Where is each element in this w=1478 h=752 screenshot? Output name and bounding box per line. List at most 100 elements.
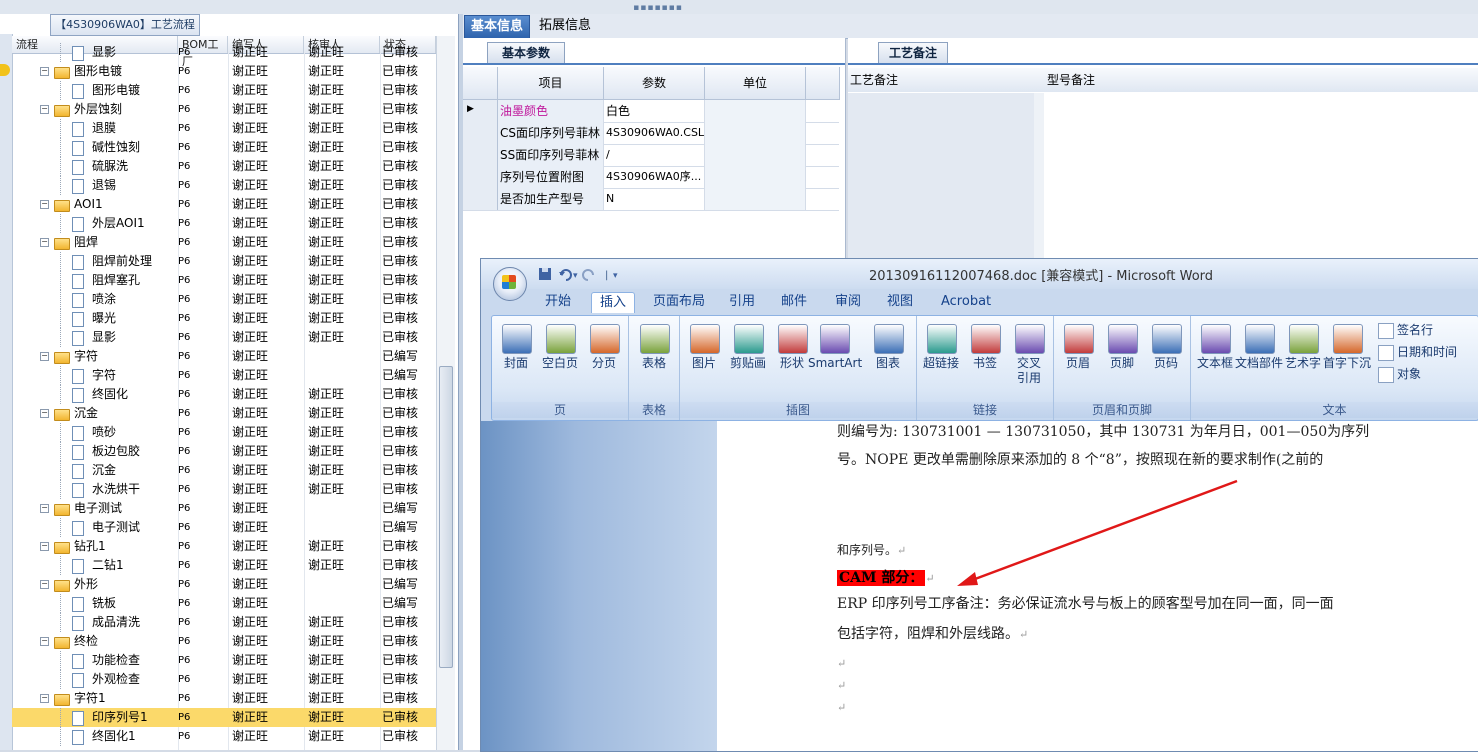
tab-basic-params[interactable]: 基本参数	[487, 42, 565, 63]
tree-folder-row[interactable]: − 电子测试 P6 谢正旺 已编写	[12, 499, 436, 518]
tree-folder-row[interactable]: − 钻孔1 P6 谢正旺 谢正旺 已审核	[12, 537, 436, 556]
collapse-toggle-icon[interactable]: −	[40, 694, 49, 703]
param-row[interactable]: CS面印序列号菲林4S30906WA0.CSLSH	[463, 122, 839, 145]
row-header[interactable]	[463, 166, 498, 188]
tree-item-row[interactable]: 电子测试 P6 谢正旺 已编写	[12, 518, 436, 537]
tree-item-row[interactable]: 水洗烘干 P6 谢正旺 谢正旺 已审核	[12, 480, 436, 499]
tree-item-row[interactable]: 图形电镀 P6 谢正旺 谢正旺 已审核	[12, 81, 436, 100]
tree-folder-row[interactable]: − 外形 P6 谢正旺 已编写	[12, 575, 436, 594]
param-row[interactable]: ▶ 油墨颜色 白色	[463, 100, 839, 123]
status-cell: 已审核	[382, 539, 419, 553]
reviewer-cell: 谢正旺	[308, 330, 345, 344]
tree-item-row[interactable]: 成品清洗 P6 谢正旺 谢正旺 已审核	[12, 613, 436, 632]
model-remark-field[interactable]	[1045, 93, 1478, 268]
param-unit[interactable]	[705, 188, 806, 210]
tree-item-row[interactable]: 铣板 P6 谢正旺 已编写	[12, 594, 436, 613]
bom-cell: P6	[178, 275, 191, 286]
tree-item-row[interactable]: 硫脲洗 P6 谢正旺 谢正旺 已审核	[12, 157, 436, 176]
collapse-toggle-icon[interactable]: −	[40, 542, 49, 551]
param-row[interactable]: 是否加生产型号 N	[463, 188, 839, 211]
tree-item-row[interactable]: 退锡 P6 谢正旺 谢正旺 已审核	[12, 176, 436, 195]
tree-item-row[interactable]: 二钻1 P6 谢正旺 谢正旺 已审核	[12, 556, 436, 575]
collapse-toggle-icon[interactable]: −	[40, 238, 49, 247]
status-cell: 已审核	[382, 615, 419, 629]
collapse-toggle-icon[interactable]: −	[40, 580, 49, 589]
row-header[interactable]	[463, 144, 498, 166]
document-icon	[72, 445, 84, 460]
col-param[interactable]: 参数	[604, 67, 705, 100]
param-value[interactable]: 4S30906WA0.CSLSH	[604, 122, 705, 144]
tree-item-label: 功能检查	[92, 653, 141, 667]
tree-item-row[interactable]: 板边包胶 P6 谢正旺 谢正旺 已审核	[12, 442, 436, 461]
collapse-toggle-icon[interactable]: −	[40, 352, 49, 361]
tree-connector	[60, 423, 61, 442]
tree-item-row[interactable]: 碱性蚀刻 P6 谢正旺 谢正旺 已审核	[12, 138, 436, 157]
tree-folder-row[interactable]: − 阻焊 P6 谢正旺 谢正旺 已审核	[12, 233, 436, 252]
tree-folder-row[interactable]: − 终检 P6 谢正旺 谢正旺 已审核	[12, 632, 436, 651]
tree-folder-row[interactable]: − 沉金 P6 谢正旺 谢正旺 已审核	[12, 404, 436, 423]
status-cell: 已审核	[382, 710, 419, 724]
tree-item-row[interactable]: 喷砂 P6 谢正旺 谢正旺 已审核	[12, 423, 436, 442]
param-unit[interactable]	[705, 122, 806, 144]
tree-folder-row[interactable]: − 字符 P6 谢正旺 已编写	[12, 347, 436, 366]
tree-connector	[60, 442, 61, 461]
reviewer-cell: 谢正旺	[308, 406, 345, 420]
tab-process-remarks[interactable]: 工艺备注	[878, 42, 948, 63]
document-icon	[72, 331, 84, 346]
tree-item-row[interactable]: 沉金 P6 谢正旺 谢正旺 已审核	[12, 461, 436, 480]
tree-item-row[interactable]: 终固化 P6 谢正旺 谢正旺 已审核	[12, 385, 436, 404]
collapse-toggle-icon[interactable]: −	[40, 105, 49, 114]
tree-item-label: 阻焊前处理	[92, 254, 153, 268]
tree-item-row[interactable]: 显影 P6 谢正旺 谢正旺 已审核	[12, 43, 436, 62]
tree-item-row[interactable]: 退膜 P6 谢正旺 谢正旺 已审核	[12, 119, 436, 138]
row-header[interactable]	[463, 188, 498, 210]
process-remark-field[interactable]	[848, 93, 1035, 268]
tree-item-row[interactable]: 曝光 P6 谢正旺 谢正旺 已审核	[12, 309, 436, 328]
tree-folder-row[interactable]: − 外层蚀刻 P6 谢正旺 谢正旺 已审核	[12, 100, 436, 119]
lightbulb-icon[interactable]	[0, 64, 10, 76]
param-value[interactable]: N	[604, 188, 705, 210]
collapse-toggle-icon[interactable]: −	[40, 67, 49, 76]
editor-cell: 谢正旺	[232, 387, 269, 401]
collapse-toggle-icon[interactable]: −	[40, 504, 49, 513]
bom-cell: P6	[178, 66, 191, 77]
tree-scrollbar[interactable]	[436, 36, 455, 750]
collapse-toggle-icon[interactable]: −	[40, 409, 49, 418]
param-unit[interactable]	[705, 100, 806, 122]
scrollbar-thumb[interactable]	[439, 366, 453, 668]
row-header[interactable]	[463, 122, 498, 144]
param-unit[interactable]	[705, 144, 806, 166]
tree-item-row[interactable]: 终固化1 P6 谢正旺 谢正旺 已审核	[12, 727, 436, 746]
tree-item-row[interactable]: 显影 P6 谢正旺 谢正旺 已审核	[12, 328, 436, 347]
tree-folder-row[interactable]: − AOI1 P6 谢正旺 谢正旺 已审核	[12, 195, 436, 214]
col-unit[interactable]: 单位	[705, 67, 806, 100]
tab-extended-info[interactable]: 拓展信息	[533, 15, 597, 37]
row-header[interactable]: ▶	[463, 100, 498, 122]
remark-scrollbar[interactable]	[1034, 93, 1044, 268]
tree-item-row[interactable]: 印序列号1 P6 谢正旺 谢正旺 已审核	[12, 708, 436, 727]
tree-item-label: 电子测试	[92, 520, 141, 534]
tree-item-row[interactable]: 阻焊塞孔 P6 谢正旺 谢正旺 已审核	[12, 271, 436, 290]
param-row[interactable]: SS面印序列号菲林 /	[463, 144, 839, 167]
col-item[interactable]: 项目	[498, 67, 604, 100]
collapse-toggle-icon[interactable]: −	[40, 200, 49, 209]
param-value[interactable]: /	[604, 144, 705, 166]
tree-item-label: 外层蚀刻	[74, 102, 123, 116]
tree-folder-row[interactable]: − 图形电镀 P6 谢正旺 谢正旺 已审核	[12, 62, 436, 81]
splitter-grip-icon[interactable]: ▪▪▪▪▪▪▪	[628, 3, 688, 13]
tree-item-row[interactable]: 外层AOI1 P6 谢正旺 谢正旺 已审核	[12, 214, 436, 233]
tree-item-row[interactable]: 阻焊前处理 P6 谢正旺 谢正旺 已审核	[12, 252, 436, 271]
param-value[interactable]: 4S30906WA0序...	[604, 166, 705, 188]
reviewer-cell: 谢正旺	[308, 425, 345, 439]
param-unit[interactable]	[705, 166, 806, 188]
tree-item-row[interactable]: 字符 P6 谢正旺 已编写	[12, 366, 436, 385]
tree-item-row[interactable]: 喷涂 P6 谢正旺 谢正旺 已审核	[12, 290, 436, 309]
param-row[interactable]: 序列号位置附图 4S30906WA0序...	[463, 166, 839, 189]
param-value[interactable]: 白色	[604, 100, 705, 122]
tab-basic-info[interactable]: 基本信息	[464, 15, 531, 39]
tree-item-row[interactable]: 外观检查 P6 谢正旺 谢正旺 已审核	[12, 670, 436, 689]
collapse-toggle-icon[interactable]: −	[40, 637, 49, 646]
tree-item-row[interactable]: 功能检查 P6 谢正旺 谢正旺 已审核	[12, 651, 436, 670]
tree-folder-row[interactable]: − 字符1 P6 谢正旺 谢正旺 已审核	[12, 689, 436, 708]
editor-cell: 谢正旺	[232, 368, 269, 382]
